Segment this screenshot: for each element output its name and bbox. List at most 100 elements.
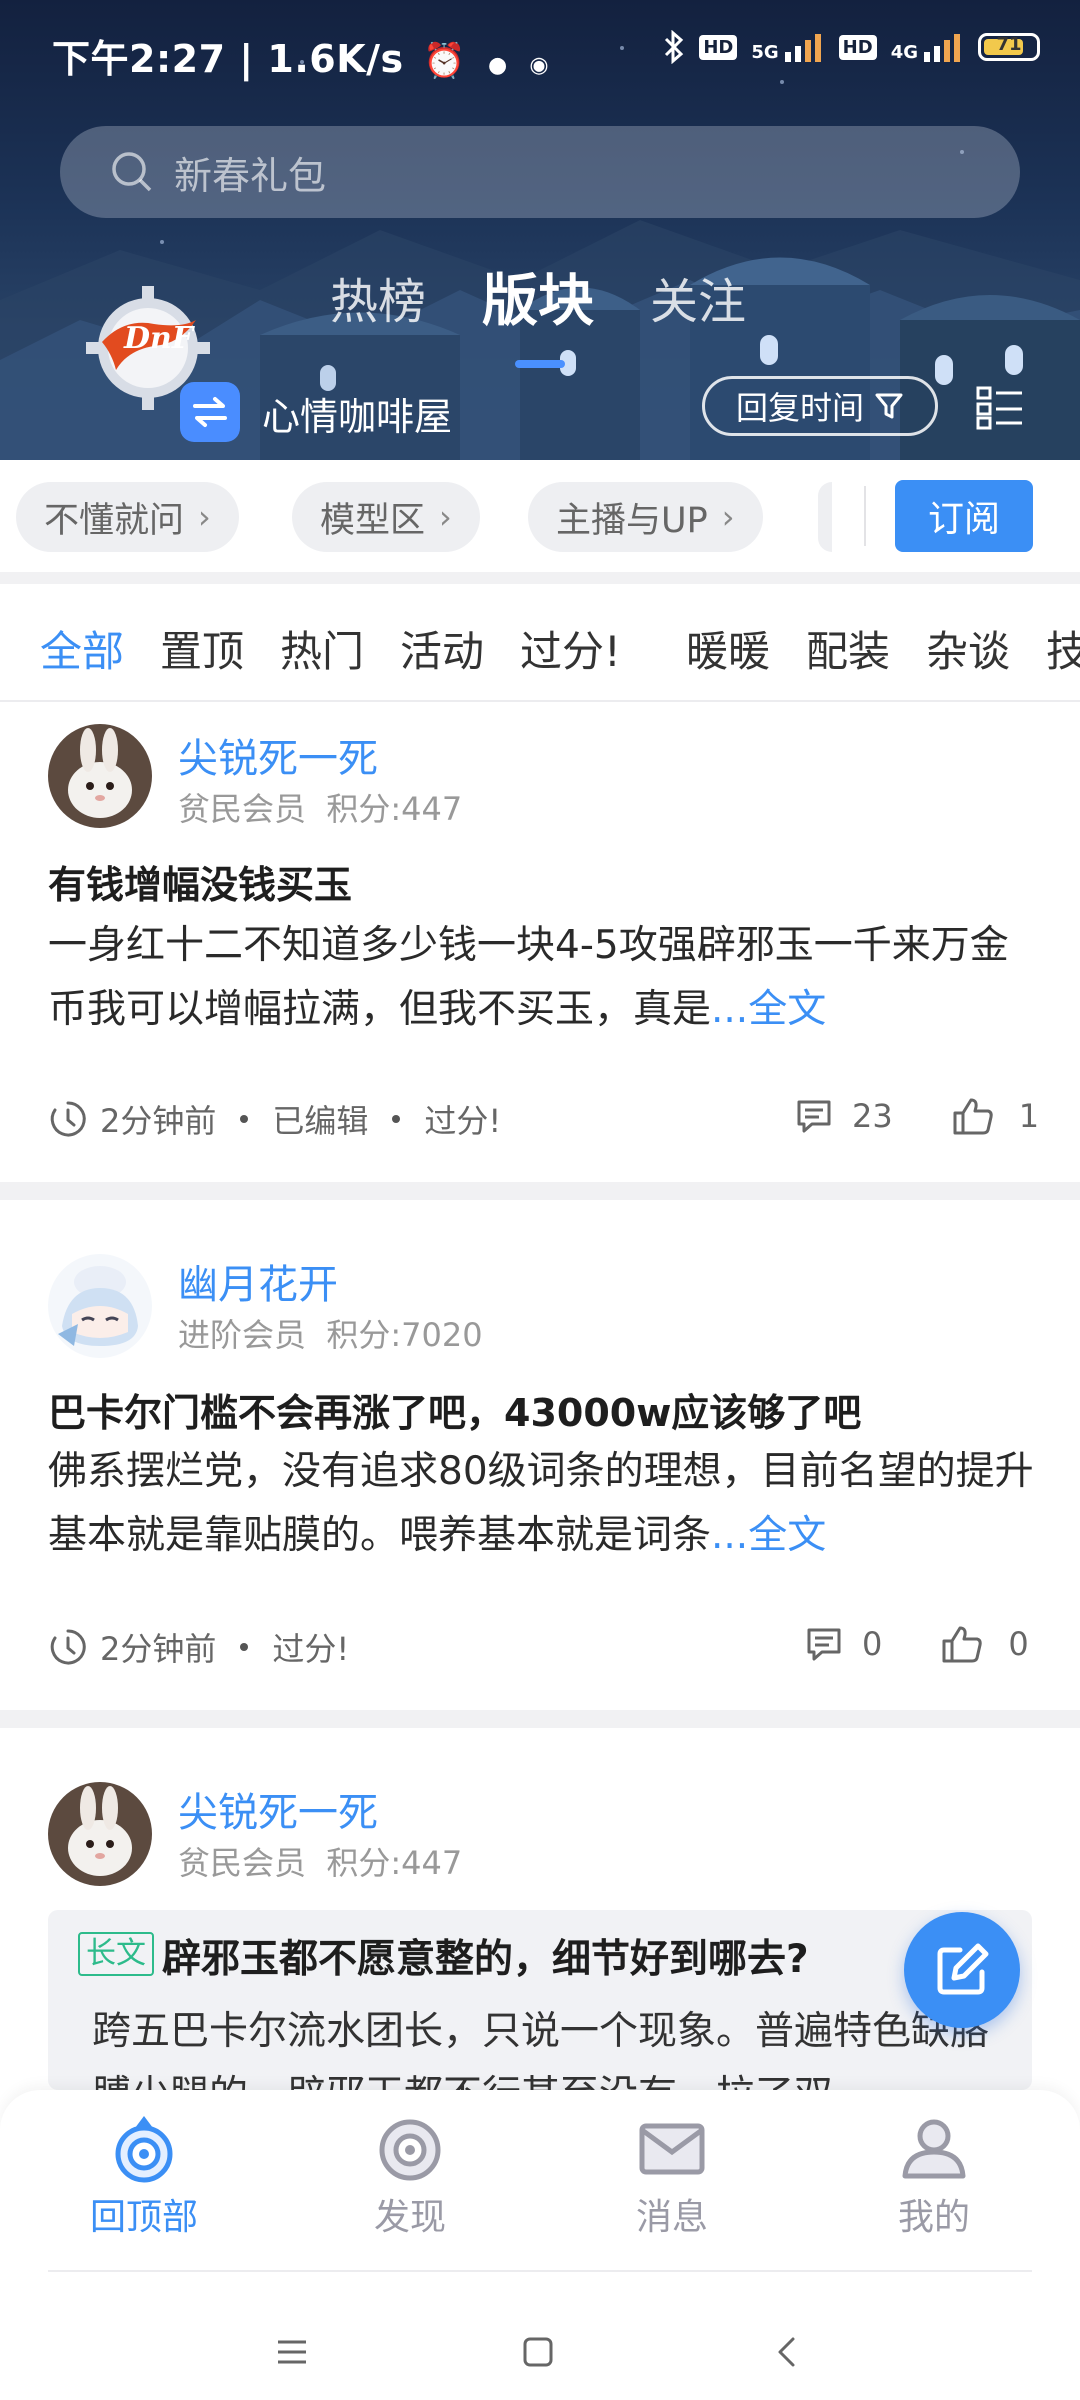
thumb-up-icon[interactable]: [951, 1096, 995, 1136]
clock-icon: [50, 1101, 86, 1137]
search-bar[interactable]: 新春礼包: [60, 126, 1020, 218]
sort-reply-time-button[interactable]: 回复时间: [702, 376, 938, 436]
filter-tab-hot[interactable]: 热门: [280, 618, 364, 679]
member-info: 进阶会员 积分:7020: [178, 1316, 483, 1354]
read-more-link[interactable]: ...全文: [711, 1513, 826, 1558]
chevron-right-icon: ›: [439, 498, 452, 536]
filter-icon: [875, 393, 903, 419]
clock-icon: [50, 1629, 86, 1665]
author-name[interactable]: 尖锐死一死: [178, 1780, 378, 1838]
bluetooth-icon: [665, 30, 684, 64]
app-notification-icon: ●: [487, 53, 508, 78]
nav-label: 我的: [897, 2197, 970, 2238]
post-tag: 过分!: [272, 1630, 350, 1668]
comment-icon[interactable]: [804, 1624, 844, 1664]
post-title[interactable]: 辟邪玉都不愿意整的，细节好到哪去?: [162, 1928, 809, 1984]
switch-board-button[interactable]: [180, 382, 240, 442]
avatar[interactable]: [48, 1782, 152, 1886]
post-card[interactable]: 幽月花开 进阶会员 积分:7020 巴卡尔门槛不会再涨了吧，43000w应该够了…: [0, 1200, 1080, 1710]
post-time: 2分钟前: [100, 1102, 217, 1140]
separator-dot: [240, 1643, 249, 1651]
mail-icon: [639, 2123, 705, 2175]
divider: [864, 486, 866, 546]
hd-icon: HD: [699, 34, 738, 60]
nav-discover[interactable]: 发现: [330, 2112, 490, 2240]
read-more-link[interactable]: ...全文: [711, 987, 826, 1032]
search-icon: [112, 152, 152, 192]
board-name: 心情咖啡屋: [262, 395, 453, 439]
post-card[interactable]: 尖锐死一死 贫民会员 积分:447 有钱增幅没钱买玉 一身红十二不知道多少钱一块…: [0, 704, 1080, 1182]
like-count: 0: [1008, 1625, 1029, 1663]
section-gap: [0, 572, 1080, 584]
chip-overflow[interactable]: [818, 482, 832, 552]
filter-tab-all[interactable]: 全部: [40, 618, 124, 679]
bottom-navigation: 回顶部 发现 消息 我的: [0, 2090, 1080, 2400]
home-icon[interactable]: [508, 2322, 568, 2382]
chip-label: 主播与UP: [556, 500, 708, 541]
chip-label: 模型区: [320, 500, 426, 541]
main-tabs: 热榜 版块 关注: [330, 262, 746, 337]
avatar[interactable]: [48, 1254, 152, 1358]
nav-label: 发现: [373, 2197, 446, 2238]
chip-sub-area[interactable]: 模型区 ›: [292, 482, 480, 552]
section-gap: [0, 1710, 1080, 1728]
chip-sub-area[interactable]: 不懂就问 ›: [16, 482, 239, 552]
comment-icon[interactable]: [794, 1096, 834, 1136]
rabbit-avatar-icon: [48, 1782, 152, 1886]
filter-tabs: 全部 置顶 热门 活动 过分! 暖暖 配装 杂谈 技: [0, 584, 1080, 702]
status-time: 下午2:27 | 1.6K/s ⏰ ● ◉: [52, 37, 550, 81]
filter-tab-chat[interactable]: 杂谈: [926, 618, 1010, 679]
list-menu-icon[interactable]: [976, 384, 1024, 430]
compose-post-button[interactable]: [904, 1912, 1020, 2028]
nav-back-to-top[interactable]: 回顶部: [64, 2112, 224, 2240]
long-article-tag: 长文: [78, 1932, 154, 1976]
edited-label: 已编辑: [272, 1102, 369, 1140]
discover-icon: [379, 2119, 441, 2181]
thumb-up-icon[interactable]: [940, 1624, 984, 1664]
author-name[interactable]: 尖锐死一死: [178, 726, 378, 784]
comment-count: 23: [852, 1097, 893, 1135]
nav-messages[interactable]: 消息: [592, 2112, 752, 2240]
tab-follow[interactable]: 关注: [650, 262, 746, 337]
post-meta: 2分钟前 已编辑 过分!: [48, 1096, 501, 1142]
chip-sub-area[interactable]: 主播与UP ›: [528, 482, 763, 552]
post-stats: 23 1: [794, 1096, 1039, 1136]
filter-tab-build[interactable]: 配装: [806, 618, 890, 679]
post-body[interactable]: 跨五巴卡尔流水团长，只说一个现象。普遍特色缺胳膊少腿的，辟邪玉都不行甚至没有，拉…: [92, 2000, 1022, 2090]
menu-icon[interactable]: [262, 2322, 322, 2382]
long-article-preview[interactable]: 长文 辟邪玉都不愿意整的，细节好到哪去? 跨五巴卡尔流水团长，只说一个现象。普遍…: [48, 1910, 1032, 2090]
chip-label: 不懂就问: [44, 500, 185, 541]
post-title[interactable]: 有钱增幅没钱买玉: [48, 854, 352, 909]
post-body[interactable]: 佛系摆烂党，没有追求80级词条的理想，目前名望的提升基本就是靠贴膜的。喂养基本就…: [48, 1440, 1038, 1568]
filter-tab-tech[interactable]: 技: [1046, 618, 1080, 679]
back-icon[interactable]: [756, 2322, 816, 2382]
post-title[interactable]: 巴卡尔门槛不会再涨了吧，43000w应该够了吧: [48, 1382, 861, 1437]
filter-tab-too-much[interactable]: 过分!: [520, 618, 621, 679]
nav-label: 消息: [635, 2197, 708, 2238]
app-screen: 下午2:27 | 1.6K/s ⏰ ● ◉ HD 5G HD 4G 71 新春礼…: [0, 0, 1080, 2400]
app-notification-icon: ◉: [529, 53, 550, 78]
filter-tab-pinned[interactable]: 置顶: [160, 618, 244, 679]
post-time: 2分钟前: [100, 1630, 217, 1668]
nav-label: 回顶部: [89, 2197, 198, 2238]
system-navigation-bar: [0, 2290, 1080, 2400]
edit-icon: [937, 1943, 989, 1995]
back-to-top-icon: [115, 2116, 173, 2183]
filter-tab-nuannuan[interactable]: 暖暖: [686, 618, 770, 679]
svg-text:DnF: DnF: [123, 321, 196, 356]
post-body[interactable]: 一身红十二不知道多少钱一块4-5攻强辟邪玉一千来万金币我可以增幅拉满，但我不买玉…: [48, 914, 1038, 1042]
member-info: 贫民会员 积分:447: [178, 790, 463, 828]
subscribe-button[interactable]: 订阅: [895, 480, 1033, 552]
tab-indicator: [515, 360, 565, 368]
rabbit-avatar-icon: [48, 724, 152, 828]
avatar[interactable]: [48, 724, 152, 828]
tab-hot[interactable]: 热榜: [330, 262, 426, 337]
author-name[interactable]: 幽月花开: [178, 1252, 338, 1310]
post-tag: 过分!: [424, 1102, 502, 1140]
filter-tab-event[interactable]: 活动: [400, 618, 484, 679]
status-bar: 下午2:27 | 1.6K/s ⏰ ● ◉ HD 5G HD 4G 71: [0, 0, 1080, 110]
tab-board[interactable]: 版块: [482, 256, 594, 337]
hd-icon: HD: [838, 34, 877, 60]
nav-profile[interactable]: 我的: [854, 2112, 1014, 2240]
post-meta: 2分钟前 过分!: [48, 1624, 349, 1670]
